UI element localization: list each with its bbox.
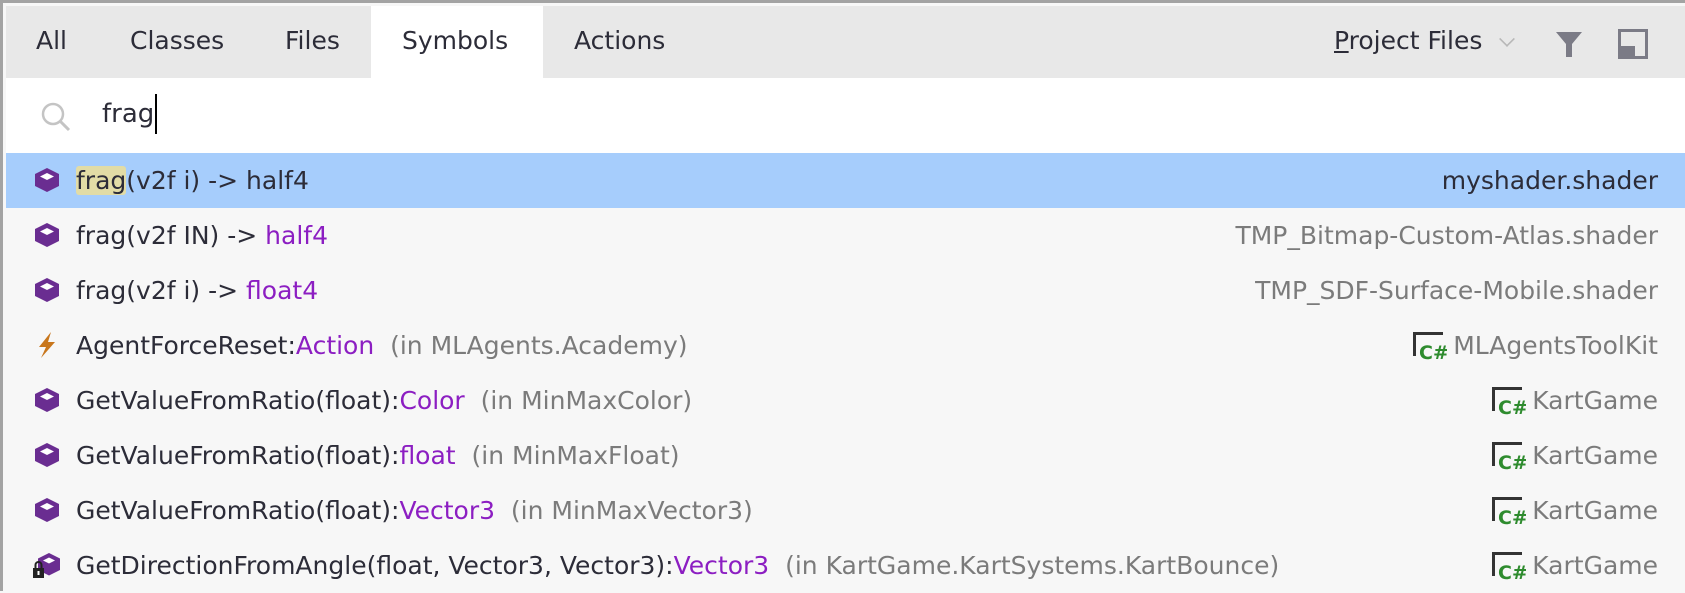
symbol-type: Action xyxy=(295,331,375,360)
event-icon xyxy=(39,332,55,358)
results-list: frag(v2f i) -> half4 myshader.shader frag(… xyxy=(6,153,1685,593)
result-name: GetValueFromRatio(float):float (in MinMa… xyxy=(76,428,680,483)
result-location: C# KartGame xyxy=(1490,373,1658,428)
svg-text:C#: C# xyxy=(1419,342,1447,362)
result-row[interactable]: GetValueFromRatio(float):Vector3 (in Min… xyxy=(6,483,1685,538)
svg-text:C#: C# xyxy=(1498,452,1526,472)
csharp-project-icon: C# xyxy=(1413,331,1447,362)
symbol-container: (in MinMaxColor) xyxy=(464,386,693,415)
tab-bar: All Classes Files Symbols Actions Projec… xyxy=(6,6,1685,78)
symbol-signature: frag(v2f i) -> xyxy=(76,276,247,305)
result-row[interactable]: frag(v2f IN) -> half4 TMP_Bitmap-Custom-A… xyxy=(6,208,1685,263)
result-row[interactable]: AgentForceReset:Action (in MLAgents.Acad… xyxy=(6,318,1685,373)
location-label: MLAgentsToolKit xyxy=(1453,331,1658,360)
symbol-signature: (v2f i) -> half4 xyxy=(126,166,309,195)
result-name: AgentForceReset:Action (in MLAgents.Acad… xyxy=(76,318,688,373)
symbol-signature: GetDirectionFromAngle(float, Vector3, Ve… xyxy=(76,551,674,580)
filter-icon[interactable] xyxy=(1554,29,1584,59)
method-icon xyxy=(35,498,59,522)
symbol-signature: GetValueFromRatio(float): xyxy=(76,496,400,525)
result-location: C# KartGame xyxy=(1490,538,1658,593)
location-label: KartGame xyxy=(1532,441,1658,470)
result-location: C# KartGame xyxy=(1490,483,1658,538)
csharp-project-icon: C# xyxy=(1492,551,1526,582)
method-icon xyxy=(35,168,59,192)
scope-dropdown[interactable]: Project Files xyxy=(1334,6,1482,78)
scope-mnemonic: P xyxy=(1334,26,1349,55)
csharp-project-icon: C# xyxy=(1492,496,1526,527)
location-label: KartGame xyxy=(1532,496,1658,525)
search-bar: frag xyxy=(6,78,1685,153)
result-row[interactable]: frag(v2f i) -> float4 TMP_SDF-Surface-Mob… xyxy=(6,263,1685,318)
method-icon xyxy=(35,443,59,467)
symbol-signature: AgentForceReset: xyxy=(76,331,296,360)
result-name: frag(v2f i) -> float4 xyxy=(76,263,318,318)
chevron-down-icon[interactable] xyxy=(1499,31,1515,47)
tab-all[interactable]: All xyxy=(28,6,75,78)
location-label: TMP_Bitmap-Custom-Atlas.shader xyxy=(1235,221,1658,250)
symbol-type: half4 xyxy=(265,221,328,250)
result-name: GetValueFromRatio(float):Vector3 (in Min… xyxy=(76,483,753,538)
method-icon xyxy=(35,278,59,302)
private-method-icon xyxy=(33,553,60,578)
pin-window-icon[interactable] xyxy=(1618,29,1648,59)
tab-actions[interactable]: Actions xyxy=(566,6,673,78)
csharp-project-icon: C# xyxy=(1492,441,1526,472)
symbol-type: Vector3 xyxy=(399,496,496,525)
search-icon xyxy=(41,102,71,132)
svg-text:C#: C# xyxy=(1498,397,1526,417)
symbol-type: Color xyxy=(399,386,465,415)
csharp-project-icon: C# xyxy=(1492,386,1526,417)
symbol-signature: frag(v2f IN) -> xyxy=(76,221,266,250)
result-name: GetValueFromRatio(float):Color (in MinMa… xyxy=(76,373,692,428)
symbol-container: (in MLAgents.Academy) xyxy=(374,331,688,360)
result-row[interactable]: GetValueFromRatio(float):Color (in MinMa… xyxy=(6,373,1685,428)
location-label: KartGame xyxy=(1532,386,1658,415)
tab-symbols[interactable]: Symbols xyxy=(371,6,543,78)
location-label: KartGame xyxy=(1532,551,1658,580)
result-name: frag(v2f IN) -> half4 xyxy=(76,208,328,263)
symbol-type: float4 xyxy=(246,276,319,305)
method-icon xyxy=(35,388,59,412)
result-location: TMP_SDF-Surface-Mobile.shader xyxy=(1255,263,1658,318)
svg-text:C#: C# xyxy=(1498,562,1526,582)
tab-classes[interactable]: Classes xyxy=(122,6,232,78)
search-everywhere-popup: All Classes Files Symbols Actions Projec… xyxy=(0,0,1685,591)
result-location: myshader.shader xyxy=(1442,153,1658,208)
svg-text:C#: C# xyxy=(1498,507,1526,527)
result-location: C# MLAgentsToolKit xyxy=(1411,318,1658,373)
result-row[interactable]: GetDirectionFromAngle(float, Vector3, Ve… xyxy=(6,538,1685,593)
symbol-type: Vector3 xyxy=(673,551,770,580)
symbol-type: float xyxy=(399,441,456,470)
result-location: C# KartGame xyxy=(1490,428,1658,483)
tab-files[interactable]: Files xyxy=(277,6,348,78)
symbol-signature: GetValueFromRatio(float): xyxy=(76,441,400,470)
symbol-container: (in MinMaxVector3) xyxy=(495,496,753,525)
result-location: TMP_Bitmap-Custom-Atlas.shader xyxy=(1235,208,1658,263)
symbol-container: (in MinMaxFloat) xyxy=(455,441,680,470)
search-input[interactable]: frag xyxy=(102,94,158,134)
result-name: frag(v2f i) -> half4 xyxy=(76,153,309,208)
symbol-signature: GetValueFromRatio(float): xyxy=(76,386,400,415)
result-row[interactable]: GetValueFromRatio(float):float (in MinMa… xyxy=(6,428,1685,483)
scope-label: roject Files xyxy=(1348,26,1483,55)
location-label: TMP_SDF-Surface-Mobile.shader xyxy=(1255,276,1658,305)
symbol-container: (in KartGame.KartSystems.KartBounce) xyxy=(769,551,1280,580)
match-highlight: frag xyxy=(76,166,127,195)
result-name: GetDirectionFromAngle(float, Vector3, Ve… xyxy=(76,538,1279,593)
result-row[interactable]: frag(v2f i) -> half4 myshader.shader xyxy=(6,153,1685,208)
method-icon xyxy=(35,223,59,247)
location-label: myshader.shader xyxy=(1441,166,1658,195)
